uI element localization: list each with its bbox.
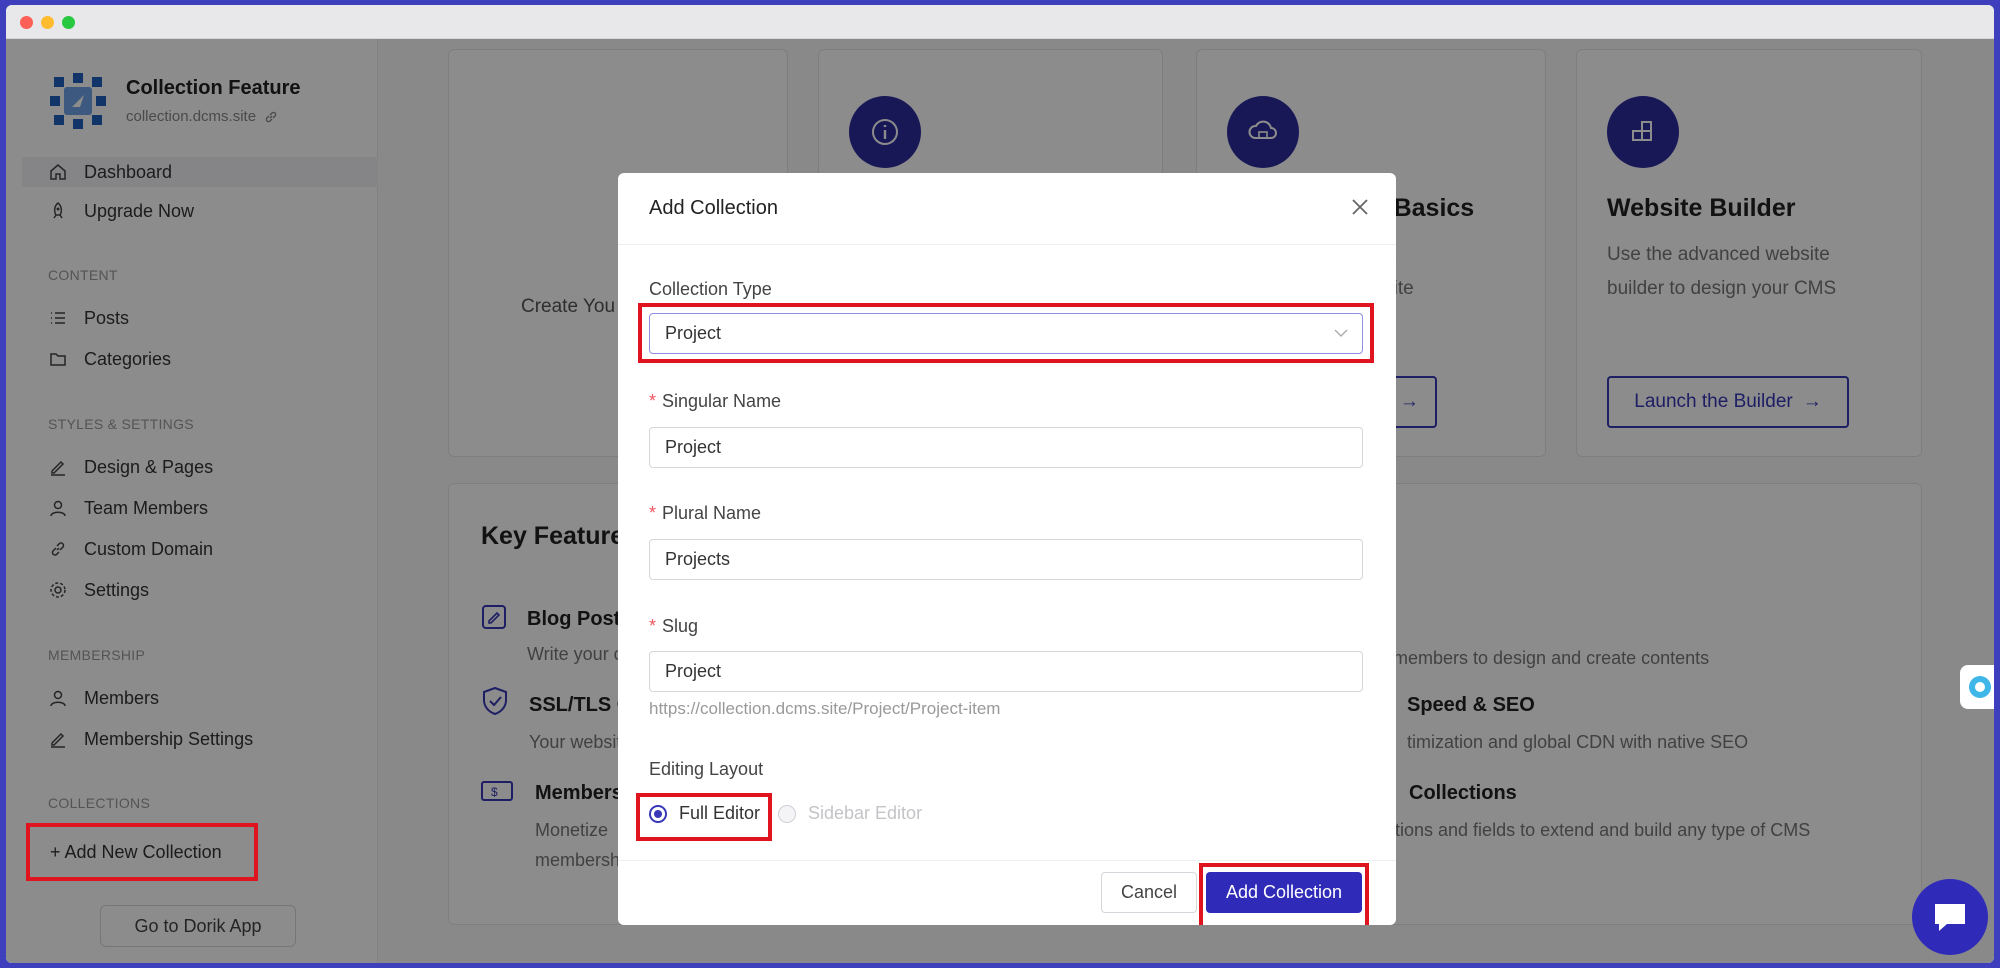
plural-name-input[interactable]: Projects <box>649 539 1363 580</box>
collection-type-label: Collection Type <box>649 279 772 299</box>
minimize-window-button[interactable] <box>41 16 54 29</box>
full-editor-highlight <box>636 793 772 841</box>
slug-input[interactable]: Project <box>649 651 1363 692</box>
plural-name-value: Projects <box>665 549 731 569</box>
radio-unchecked-icon[interactable] <box>778 804 796 823</box>
title-bar <box>6 5 1994 39</box>
add-collection-highlight <box>26 823 258 881</box>
plural-name-label: * Plural Name <box>649 503 762 523</box>
required-marker: * <box>649 616 657 636</box>
required-marker: * <box>649 503 657 523</box>
sidebar-editor-radio[interactable]: Sidebar Editor <box>778 803 922 824</box>
editing-layout-label: Editing Layout <box>649 759 764 779</box>
widget-icon <box>1969 676 1991 698</box>
cancel-button[interactable]: Cancel <box>1101 872 1197 913</box>
add-collection-button-highlight <box>1199 863 1369 925</box>
singular-name-input[interactable]: Project <box>649 427 1363 468</box>
maximize-window-button[interactable] <box>62 16 75 29</box>
sidebar-editor-label: Sidebar Editor <box>808 803 923 823</box>
close-window-button[interactable] <box>20 16 33 29</box>
extension-widget[interactable] <box>1960 665 1994 709</box>
required-marker: * <box>649 391 657 411</box>
slug-label: * Slug <box>649 616 699 636</box>
slug-url-hint: https://collection.dcms.site/Project/Pro… <box>649 699 1001 718</box>
singular-name-label: * Singular Name <box>649 391 782 411</box>
browser-window: Collection Feature collection.dcms.site … <box>6 5 1994 963</box>
collection-type-highlight <box>638 303 1374 363</box>
slug-value: Project <box>665 661 722 681</box>
add-collection-modal: Add Collection Collection Type Project *… <box>618 173 1396 925</box>
chat-button[interactable] <box>1912 879 1988 955</box>
close-icon[interactable] <box>1350 197 1370 217</box>
chat-icon <box>1935 904 1965 931</box>
modal-title: Add Collection <box>618 173 1396 245</box>
singular-name-value: Project <box>665 437 722 457</box>
